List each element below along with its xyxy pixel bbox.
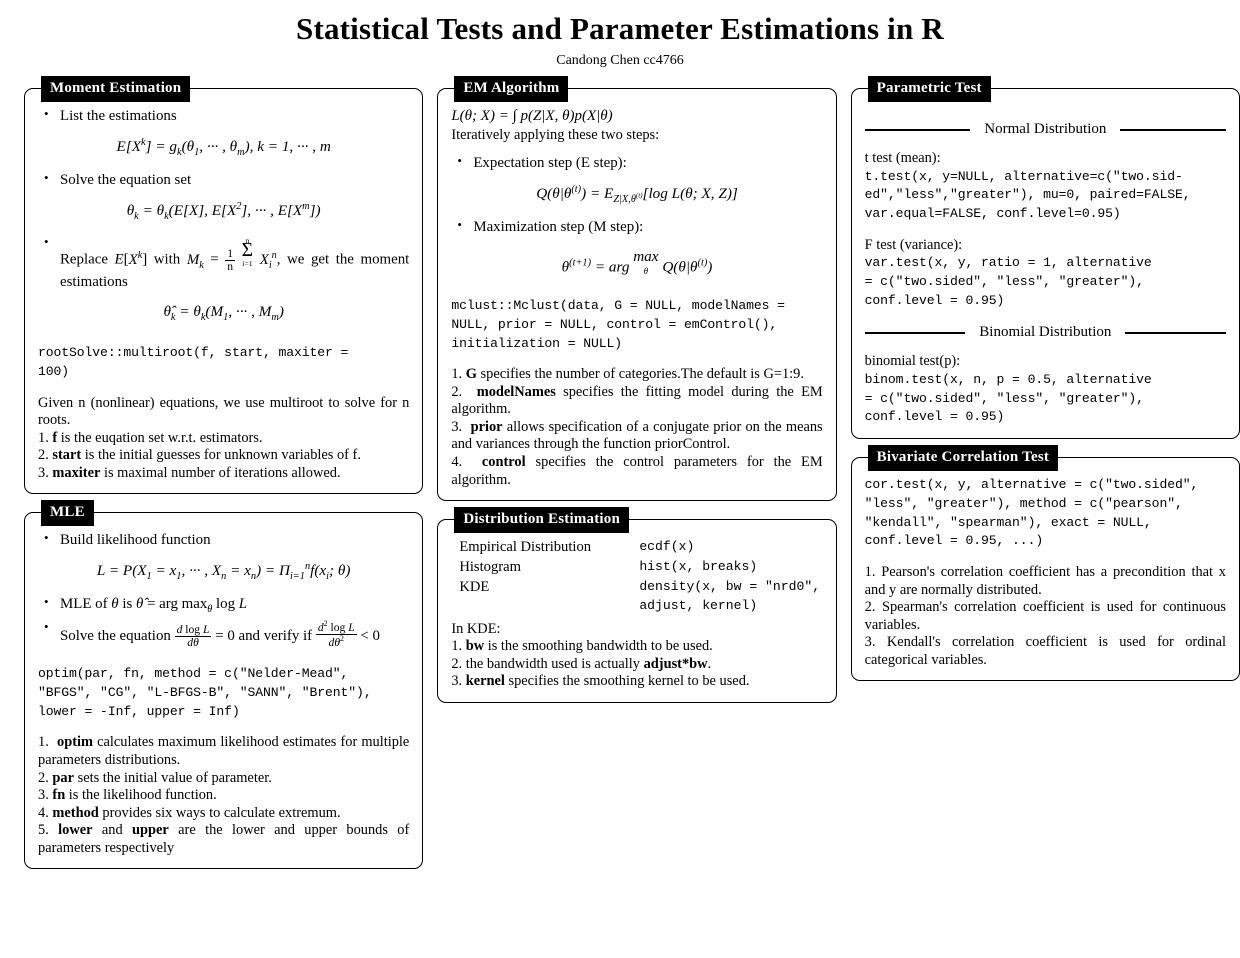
- numbered-item-3: 3. prior allows specification of a conju…: [451, 418, 823, 453]
- box-body-bivariate-correlation-test: cor.test(x, y, alternative = c("two.side…: [865, 469, 1226, 669]
- box-mle: MLE Build likelihood function L = P(X1 =…: [24, 500, 424, 870]
- box-body-moment-estimation: List the estimations E[Xk] = gk(θ1, ··· …: [38, 100, 409, 482]
- equation-mle-1: L = P(X1 = x1, ··· , Xn = xn) = Πi=1nf(x…: [96, 560, 351, 583]
- list-item: Build likelihood function: [38, 530, 409, 550]
- list-item: Solve the equation set: [38, 170, 409, 190]
- list-item: Maximization step (M step):: [451, 217, 822, 237]
- list-item: Replace E[Xk] with Mk = 1n nΣi=1 Xin, we…: [38, 234, 409, 291]
- box-parametric-test: Parametric Test Normal Distribution t te…: [850, 76, 1240, 440]
- numbered-item-4: 4. control specifies the control paramet…: [451, 454, 823, 488]
- box-body-distribution-estimation: Empirical Distribution ecdf(x) Histogram…: [451, 531, 822, 691]
- box-em-algorithm: EM Algorithm L(θ; X) = ∫ p(Z|X, θ)p(X|θ)…: [437, 76, 837, 502]
- test-label-binomial-test: binomial test(p):: [864, 353, 961, 370]
- column-3: Parametric Test Normal Distribution t te…: [850, 76, 1240, 887]
- list-item: Solve the equation d log Ldθ = 0 and ver…: [38, 619, 409, 649]
- method-label: Empirical Distribution: [459, 539, 592, 556]
- moment-bullets: List the estimations: [38, 106, 409, 126]
- table-row: KDE density(x, bw = "nrd0", adjust, kern…: [451, 578, 822, 617]
- method-code: hist(x, breaks): [639, 559, 758, 575]
- code-optim: optim(par, fn, method = c("Nelder-Mead",…: [38, 666, 372, 719]
- divider-line-left: [864, 331, 966, 334]
- table-row: Histogram hist(x, breaks): [451, 558, 822, 578]
- method-label: KDE: [459, 579, 490, 596]
- numbered-item-2: 2. par sets the initial value of paramet…: [38, 769, 272, 786]
- box-moment-estimation: Moment Estimation List the estimations E…: [24, 76, 424, 495]
- em-bullets-1: Expectation step (E step):: [451, 153, 822, 173]
- column-2: EM Algorithm L(θ; X) = ∫ p(Z|X, θ)p(X|θ)…: [437, 76, 837, 887]
- numbered-item-5: 5. lower and upper are the lower and upp…: [38, 822, 410, 856]
- test-label-t-test: t test (mean):: [864, 150, 941, 166]
- numbered-item-3: 3. fn is the likelihood function.: [38, 787, 217, 804]
- numbered-item-3: 3. maxiter is maximal number of iteratio…: [38, 464, 341, 481]
- list-item: Expectation step (E step):: [451, 153, 822, 173]
- em-intro-text: Iteratively applying these two steps:: [451, 126, 660, 143]
- column-1: Moment Estimation List the estimations E…: [24, 76, 424, 887]
- moment-bullets-2: Solve the equation set: [38, 170, 409, 190]
- moment-bullets-3: Replace E[Xk] with Mk = 1n nΣi=1 Xin, we…: [38, 234, 409, 291]
- numbered-item-1: 1. f is the euqation set w.r.t. estimato…: [38, 429, 263, 446]
- numbered-item-2: 2. modelNames specifies the fitting mode…: [451, 383, 823, 418]
- divider-line-left: [864, 128, 971, 131]
- equation-em-intro: L(θ; X) = ∫ p(Z|X, θ)p(X|θ): [451, 108, 613, 124]
- numbered-item-4: 4. method provides six ways to calculate…: [38, 804, 341, 821]
- box-title-parametric-test: Parametric Test: [867, 76, 991, 102]
- divider-normal-distribution: Normal Distribution: [864, 121, 1227, 138]
- divider-line-right: [1120, 128, 1227, 131]
- mle-bullets-1: Build likelihood function: [38, 530, 409, 550]
- numbered-item-1: 1. bw is the smoothing bandwidth to be u…: [451, 638, 713, 655]
- equation-moment-3: θ̂k = θk(M1, ··· , Mm): [163, 302, 284, 323]
- list-item: List the estimations: [38, 106, 409, 126]
- code-cor-test: cor.test(x, y, alternative = c("two.side…: [864, 477, 1199, 549]
- divider-line-right: [1125, 331, 1226, 334]
- numbered-item-2: 2. start is the initial guesses for unkn…: [38, 447, 361, 464]
- author-line: Candong Chen cc4766: [556, 53, 684, 69]
- code-mclust: mclust::Mclust(data, G = NULL, modelName…: [451, 298, 785, 351]
- equation-moment-1: E[Xk] = gk(θ1, ··· , θm), k = 1, ··· , m: [116, 136, 331, 158]
- method-label: Histogram: [459, 559, 521, 576]
- divider-binomial-distribution: Binomial Distribution: [864, 324, 1226, 341]
- box-title-mle: MLE: [41, 500, 94, 527]
- box-distribution-estimation: Distribution Estimation Empirical Distri…: [437, 507, 837, 704]
- divider-label: Binomial Distribution: [979, 324, 1112, 341]
- numbered-item-3: 3. kernel specifies the smoothing kernel…: [451, 673, 750, 690]
- code-f-test: var.test(x, y, ratio = 1, alternative = …: [864, 255, 1152, 308]
- equation-moment-2: θk = θk(E[X], E[X2], ··· , E[Xm]): [126, 200, 321, 222]
- equation-e-step: Q(θ|θ(t)) = EZ|X,θ(t)[log L(θ; X, Z)]: [536, 183, 738, 205]
- code-t-test: t.test(x, y=NULL, alternative=c("two.sid…: [864, 168, 1191, 221]
- method-code: density(x, bw = "nrd0", adjust, kernel): [639, 579, 821, 613]
- test-label-f-test: F test (variance):: [864, 236, 963, 253]
- numbered-item-2: 2. Spearman's correlation coefficient is…: [864, 599, 1226, 633]
- numbered-item-3: 3. Kendall's correlation coefficient is …: [864, 634, 1226, 668]
- numbered-item-1: 1. G specifies the number of categories.…: [451, 366, 804, 383]
- mle-bullets-2: MLE of θ is θ̂ = arg maxθ log L Solve th…: [38, 594, 409, 649]
- box-body-mle: Build likelihood function L = P(X1 = x1,…: [38, 524, 409, 857]
- box-title-bivariate-correlation-test: Bivariate Correlation Test: [867, 445, 1059, 472]
- page-title: Statistical Tests and Parameter Estimati…: [296, 11, 944, 46]
- code-binom-test: binom.test(x, n, p = 0.5, alternative = …: [864, 372, 1152, 425]
- poster-header: Statistical Tests and Parameter Estimati…: [0, 0, 1240, 68]
- table-row: Empirical Distribution ecdf(x): [451, 538, 822, 558]
- note-multiroot: Given n (nonlinear) equations, we use mu…: [38, 394, 410, 429]
- code-multiroot: rootSolve::multiroot(f, start, maxiter =…: [38, 345, 349, 379]
- list-item: MLE of θ is θ̂ = arg maxθ log L: [38, 594, 409, 617]
- numbered-item-2: 2. the bandwidth used is actually adjust…: [451, 655, 712, 672]
- divider-label: Normal Distribution: [984, 121, 1107, 137]
- poster-page: Statistical Tests and Parameter Estimati…: [0, 0, 1240, 958]
- box-title-distribution-estimation: Distribution Estimation: [454, 507, 630, 534]
- kde-note: In KDE:: [451, 620, 501, 637]
- numbered-item-1: 1. optim calculates maximum likelihood e…: [38, 734, 410, 768]
- box-body-em-algorithm: L(θ; X) = ∫ p(Z|X, θ)p(X|θ) Iteratively …: [451, 100, 822, 489]
- numbered-item-1: 1. Pearson's correlation coefficient has…: [864, 564, 1226, 598]
- box-bivariate-correlation-test: Bivariate Correlation Test cor.test(x, y…: [850, 445, 1240, 682]
- distribution-methods-table: Empirical Distribution ecdf(x) Histogram…: [451, 538, 822, 617]
- box-title-moment-estimation: Moment Estimation: [41, 76, 191, 102]
- box-title-em-algorithm: EM Algorithm: [454, 76, 569, 102]
- equation-m-step: θ(t+1) = arg max θ Q(θ|θ(t)): [561, 247, 713, 276]
- poster-columns: Moment Estimation List the estimations E…: [0, 76, 1240, 887]
- box-body-parametric-test: Normal Distribution t test (mean): t.tes…: [864, 100, 1227, 427]
- method-code: ecdf(x): [639, 539, 695, 555]
- em-bullets-2: Maximization step (M step):: [451, 217, 822, 237]
